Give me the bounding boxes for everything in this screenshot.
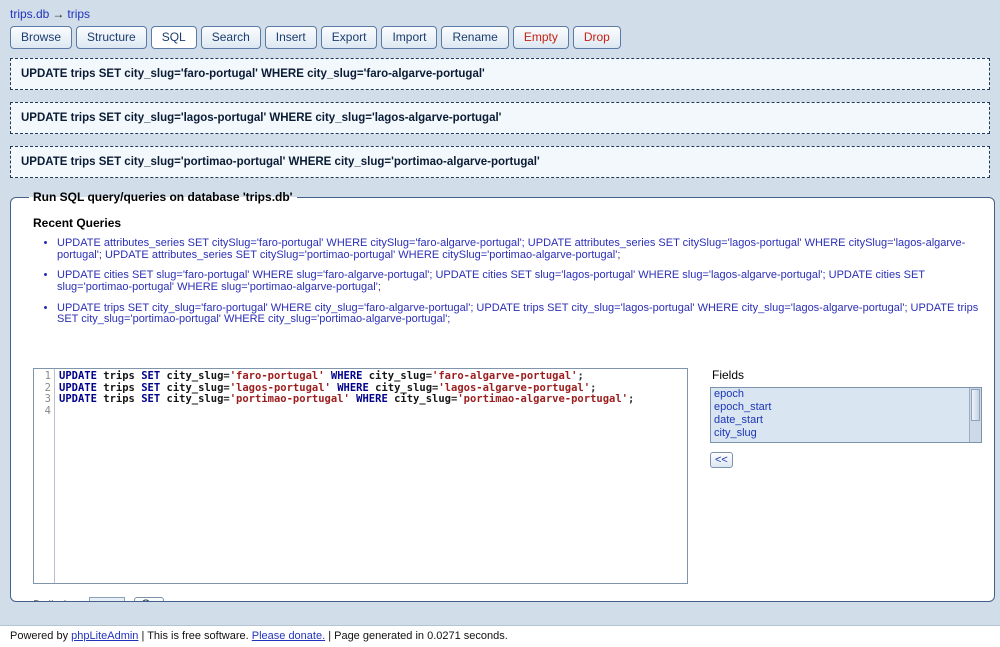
fields-scrollbar-thumb[interactable] bbox=[971, 388, 980, 421]
footer-generated: | Page generated in 0.0271 seconds. bbox=[325, 630, 508, 642]
footer: Powered by phpLiteAdmin | This is free s… bbox=[0, 625, 1000, 647]
editor-line-numbers: 1234 bbox=[34, 368, 55, 583]
field-option-date_start[interactable]: date_start bbox=[711, 414, 981, 427]
breadcrumb-db-link[interactable]: trips.db bbox=[10, 7, 49, 21]
insert-field-button[interactable]: << bbox=[710, 451, 733, 468]
sql-result-notice: UPDATE trips SET city_slug='portimao-por… bbox=[10, 146, 990, 178]
tab-empty[interactable]: Empty bbox=[512, 26, 569, 49]
fields-panel: Fields epoch epoch_start date_start city_sl… bbox=[710, 368, 982, 468]
tab-insert[interactable]: Insert bbox=[264, 26, 317, 49]
field-option-epoch[interactable]: epoch bbox=[711, 388, 981, 401]
tab-search[interactable]: Search bbox=[200, 26, 261, 49]
tab-sql[interactable]: SQL bbox=[150, 26, 197, 49]
line-number: 1 bbox=[44, 369, 51, 382]
recent-query-link[interactable]: UPDATE attributes_series SET citySlug='f… bbox=[57, 237, 982, 261]
sql-query-fieldset: Run SQL query/queries on database 'trips… bbox=[10, 190, 995, 602]
sql-result-notices: UPDATE trips SET city_slug='faro-portuga… bbox=[0, 58, 1000, 178]
tab-bar: Browse Structure SQL Search Insert Export Impo… bbox=[0, 24, 1000, 49]
tab-rename[interactable]: Rename bbox=[441, 26, 509, 49]
recent-query-link[interactable]: UPDATE cities SET slug='faro-portugal' W… bbox=[57, 269, 982, 293]
phpliteadmin-link[interactable]: phpLiteAdmin bbox=[71, 630, 138, 642]
delimiter-row: Delimiter Go bbox=[33, 596, 982, 601]
breadcrumb-table-link[interactable]: trips bbox=[67, 7, 90, 21]
line-number: 3 bbox=[44, 393, 51, 406]
tab-import[interactable]: Import bbox=[381, 26, 438, 49]
tab-drop[interactable]: Drop bbox=[572, 26, 621, 49]
fields-scrollbar[interactable] bbox=[969, 387, 981, 442]
field-option-epoch_start[interactable]: epoch_start bbox=[711, 401, 981, 414]
recent-queries-list: UPDATE attributes_series SET citySlug='f… bbox=[35, 237, 982, 326]
delimiter-input[interactable] bbox=[89, 597, 126, 601]
recent-queries-title: Recent Queries bbox=[33, 216, 122, 230]
footer-powered-by: Powered by bbox=[10, 630, 72, 642]
phpliteadmin-page: trips.db → trips Browse Structure SQL Search I… bbox=[0, 0, 1000, 647]
fields-label: Fields bbox=[712, 367, 745, 382]
code-line: UPDATE trips SET city_slug='portimao-por… bbox=[59, 393, 635, 406]
editor-row: 1234 UPDATE trips SET city_slug='faro-po… bbox=[33, 367, 982, 584]
tab-export[interactable]: Export bbox=[320, 26, 378, 49]
go-button[interactable]: Go bbox=[134, 596, 164, 601]
footer-free-software: | This is free software. bbox=[138, 630, 252, 642]
sql-editor[interactable]: 1234 UPDATE trips SET city_slug='faro-po… bbox=[33, 367, 688, 584]
fields-options: epoch epoch_start date_start city_slug bbox=[711, 388, 981, 440]
recent-query-link[interactable]: UPDATE trips SET city_slug='faro-portuga… bbox=[57, 302, 982, 326]
donate-link[interactable]: Please donate. bbox=[252, 630, 325, 642]
line-number: 4 bbox=[44, 404, 51, 417]
tab-structure[interactable]: Structure bbox=[76, 26, 147, 49]
sql-result-notice: UPDATE trips SET city_slug='lagos-portug… bbox=[10, 102, 990, 134]
fields-listbox[interactable]: epoch epoch_start date_start city_slug bbox=[710, 386, 982, 443]
sql-result-notice: UPDATE trips SET city_slug='faro-portuga… bbox=[10, 58, 990, 90]
fieldset-legend: Run SQL query/queries on database 'trips… bbox=[33, 190, 293, 204]
tab-browse[interactable]: Browse bbox=[10, 26, 73, 49]
field-option-city_slug[interactable]: city_slug bbox=[711, 427, 981, 440]
delimiter-label: Delimiter bbox=[33, 598, 80, 601]
editor-code[interactable]: UPDATE trips SET city_slug='faro-portuga… bbox=[55, 369, 634, 583]
breadcrumb-arrow-icon: → bbox=[52, 7, 65, 21]
breadcrumb: trips.db → trips bbox=[0, 0, 1000, 24]
